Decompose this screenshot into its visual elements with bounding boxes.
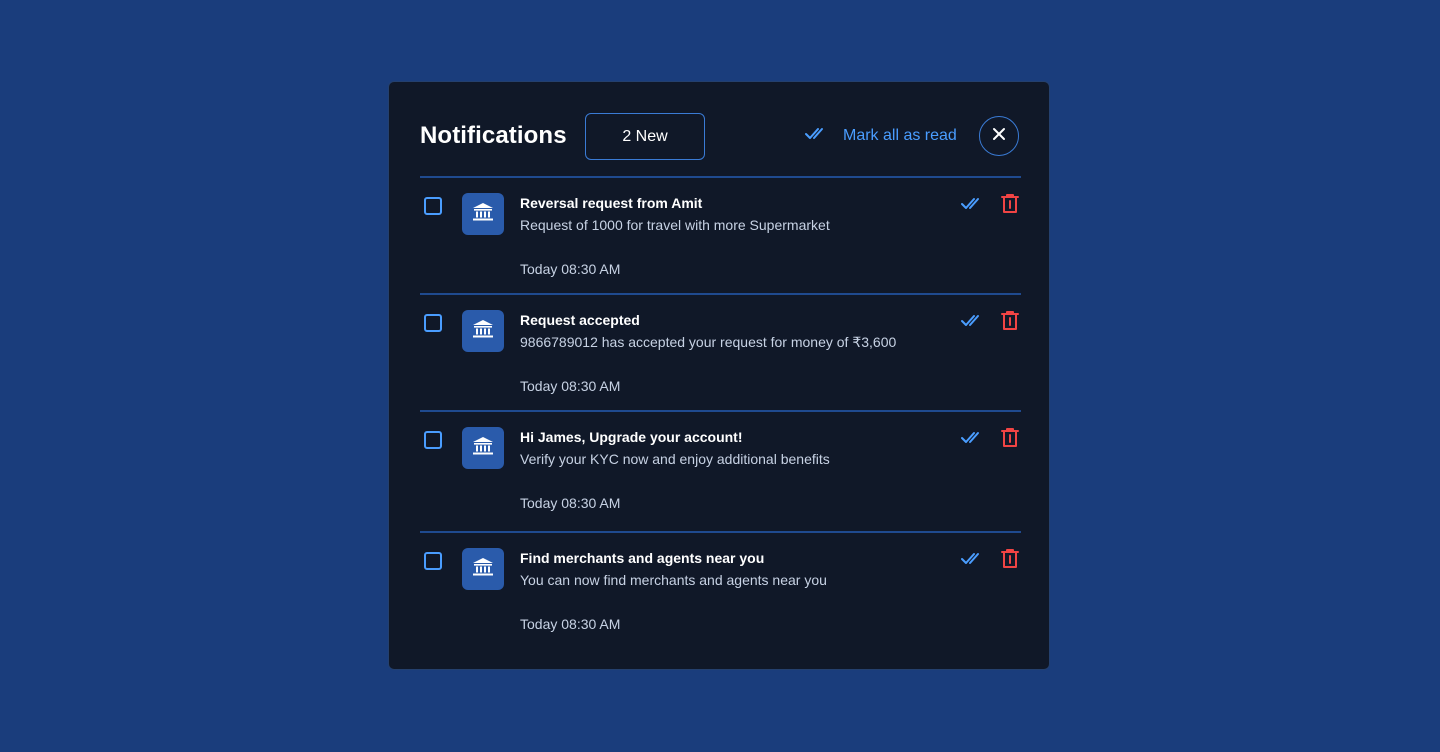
notification-body: Request of 1000 for travel with more Sup… <box>520 217 830 233</box>
double-check-icon <box>805 127 827 146</box>
panel-title: Notifications <box>420 122 567 149</box>
notification-content: Reversal request from Amit Request of 10… <box>520 194 940 278</box>
notification-checkbox[interactable] <box>424 314 442 332</box>
notification-time: Today 08:30 AM <box>520 616 621 632</box>
double-check-icon <box>961 197 983 216</box>
notification-title: Request accepted <box>520 312 640 328</box>
bank-icon <box>472 202 494 227</box>
notification-checkbox[interactable] <box>424 552 442 570</box>
notification-time: Today 08:30 AM <box>520 495 621 511</box>
bank-icon-tile <box>462 193 504 235</box>
notification-checkbox[interactable] <box>424 431 442 449</box>
notification-content: Request accepted 9866789012 has accepted… <box>520 311 940 395</box>
notification-body: Verify your KYC now and enjoy additional… <box>520 451 830 467</box>
bank-icon-tile <box>462 548 504 590</box>
delete-button[interactable] <box>999 548 1021 573</box>
double-check-icon <box>961 431 983 450</box>
notifications-list: Reversal request from Amit Request of 10… <box>420 176 1021 648</box>
notifications-header: Notifications 2 New Mark all as read <box>420 112 1021 162</box>
mark-all-read-button[interactable]: Mark all as read <box>805 124 957 148</box>
mark-all-read-label: Mark all as read <box>843 127 957 144</box>
notifications-panel: Notifications 2 New Mark all as read Rev… <box>388 81 1050 670</box>
notification-item: Reversal request from Amit Request of 10… <box>420 176 1021 293</box>
new-count-badge: 2 New <box>585 113 705 160</box>
delete-button[interactable] <box>999 310 1021 335</box>
bank-icon-tile <box>462 427 504 469</box>
trash-icon <box>1001 193 1019 218</box>
delete-button[interactable] <box>999 427 1021 452</box>
notification-time: Today 08:30 AM <box>520 261 621 277</box>
notification-title: Find merchants and agents near you <box>520 550 765 566</box>
trash-icon <box>1001 548 1019 573</box>
double-check-icon <box>961 314 983 333</box>
notification-time: Today 08:30 AM <box>520 378 621 394</box>
notification-item: Find merchants and agents near you You c… <box>420 531 1021 648</box>
close-icon <box>992 127 1006 146</box>
notification-item: Request accepted 9866789012 has accepted… <box>420 293 1021 410</box>
notification-body: You can now find merchants and agents ne… <box>520 572 827 588</box>
mark-read-button[interactable] <box>960 551 984 571</box>
notification-title: Hi James, Upgrade your account! <box>520 429 743 445</box>
close-button[interactable] <box>979 116 1019 156</box>
delete-button[interactable] <box>999 193 1021 218</box>
bank-icon <box>472 436 494 461</box>
bank-icon-tile <box>462 310 504 352</box>
mark-read-button[interactable] <box>960 196 984 216</box>
notification-checkbox[interactable] <box>424 197 442 215</box>
bank-icon <box>472 319 494 344</box>
trash-icon <box>1001 310 1019 335</box>
double-check-icon <box>961 552 983 571</box>
notification-body: 9866789012 has accepted your request for… <box>520 334 897 350</box>
notification-item: Hi James, Upgrade your account! Verify y… <box>420 410 1021 531</box>
trash-icon <box>1001 427 1019 452</box>
mark-read-button[interactable] <box>960 313 984 333</box>
notification-content: Hi James, Upgrade your account! Verify y… <box>520 428 940 512</box>
mark-read-button[interactable] <box>960 430 984 450</box>
notification-title: Reversal request from Amit <box>520 195 703 211</box>
notification-content: Find merchants and agents near you You c… <box>520 549 940 633</box>
bank-icon <box>472 557 494 582</box>
